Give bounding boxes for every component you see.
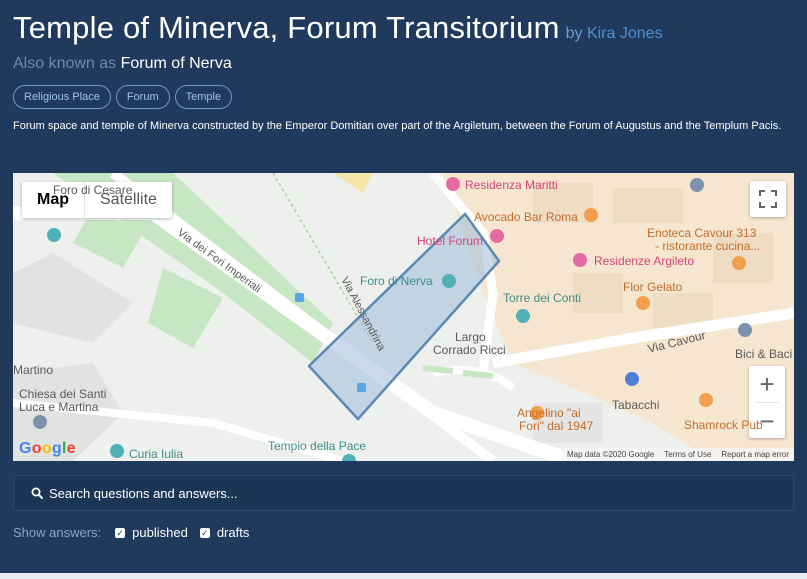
map-view[interactable]: Map Satellite + − Residenza Maritti Avoc… (13, 173, 794, 461)
map-label-flor-gelato[interactable]: Flor Gelato (623, 280, 682, 294)
by-prefix: by (565, 25, 583, 42)
aka-name: Forum of Nerva (120, 55, 232, 72)
map-label-chiesa-1[interactable]: Chiesa dei Santi (19, 387, 106, 401)
map-label-torre-conti[interactable]: Torre dei Conti (503, 291, 581, 305)
map-label-residenze-argileto[interactable]: Residenze Argileto (594, 254, 694, 268)
map-label-residenza-maritti[interactable]: Residenza Maritti (465, 178, 558, 192)
tag-list: Religious Place Forum Temple (13, 85, 794, 109)
map-label-martino: Martino (13, 363, 54, 377)
published-check-icon[interactable]: ✓ (115, 527, 126, 538)
map-label-enoteca-sub: - ristorante cucina... (655, 239, 761, 253)
map-label-chiesa-2: Luca e Martina (19, 400, 99, 414)
map-label-angelino-2: Fori" dal 1947 (519, 419, 594, 433)
map-data-credit: Map data ©2020 Google (566, 450, 655, 459)
map-label-largo: Largo (455, 330, 486, 344)
map-label-enoteca[interactable]: Enoteca Cavour 313 (647, 226, 756, 240)
search-input[interactable]: Search questions and answers... (13, 475, 794, 511)
byline: by Kira Jones (566, 25, 663, 43)
google-logo[interactable]: Google (19, 440, 76, 458)
drafts-checkbox[interactable]: ✓ drafts (199, 525, 250, 540)
report-map-error-link[interactable]: Report a map error (721, 450, 789, 459)
map-label-curia-iulia[interactable]: Curia Iulia (129, 447, 183, 461)
map-label-hotel-forum[interactable]: Hotel Forum (417, 234, 483, 248)
tag-temple[interactable]: Temple (174, 85, 233, 109)
aka-prefix: Also known as (13, 55, 117, 72)
published-label: published (132, 525, 188, 540)
bottom-strip (0, 573, 807, 579)
map-label-corrado-ricci: Corrado Ricci (433, 343, 506, 357)
published-checkbox[interactable]: ✓ published (115, 525, 188, 540)
zoom-in-button[interactable]: + (749, 366, 785, 402)
tag-religious-place[interactable]: Religious Place (13, 85, 111, 109)
map-label-tempio-pace[interactable]: Tempio della Pace (268, 439, 366, 453)
map-label-tabacchi[interactable]: Tabacchi (612, 398, 659, 412)
map-label-shamrock[interactable]: Shamrock Pub (684, 418, 763, 432)
fullscreen-icon (759, 190, 777, 208)
answer-filters: Show answers: ✓ published ✓ drafts (13, 525, 261, 540)
fullscreen-button[interactable] (750, 181, 786, 217)
map-label-angelino-1[interactable]: Angelino "ai (517, 406, 581, 420)
terms-of-use-link[interactable]: Terms of Use (664, 450, 711, 459)
place-description: Forum space and temple of Minerva constr… (13, 120, 782, 132)
search-icon (31, 487, 43, 499)
author-link[interactable]: Kira Jones (587, 25, 663, 42)
tag-forum[interactable]: Forum (115, 85, 170, 109)
map-label-foro-nerva[interactable]: Foro di Nerva (360, 274, 433, 288)
also-known-as: Also known as Forum of Nerva (13, 55, 794, 73)
drafts-check-icon[interactable]: ✓ (199, 527, 210, 538)
map-label-bici-baci[interactable]: Bici & Baci (735, 347, 792, 361)
search-placeholder: Search questions and answers... (49, 485, 238, 501)
map-label-avocado-bar[interactable]: Avocado Bar Roma (474, 210, 578, 224)
title-row: Temple of Minerva, Forum Transitorium by… (13, 10, 794, 46)
map-label-foro-cesare: Foro di Cesare (53, 183, 133, 197)
drafts-label: drafts (216, 525, 250, 540)
show-answers-label: Show answers: (13, 525, 102, 540)
page-header: Temple of Minerva, Forum Transitorium by… (0, 0, 807, 133)
page-title: Temple of Minerva, Forum Transitorium (13, 10, 560, 45)
map-attribution: Map data ©2020 Google Terms of Use Repor… (561, 448, 794, 461)
